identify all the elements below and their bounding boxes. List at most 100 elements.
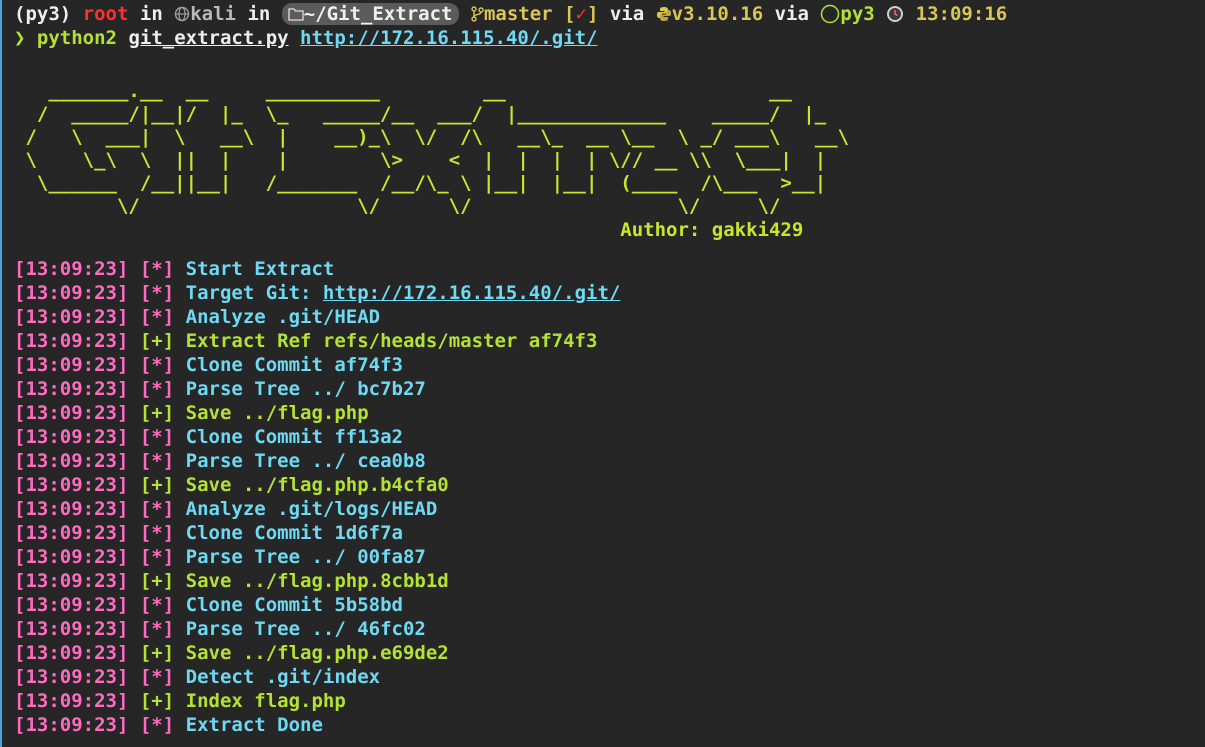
log-tag: [*] (139, 666, 175, 688)
via-label-2: via (774, 3, 809, 25)
log-message: Save ../flag.php.b4cfa0 (185, 474, 449, 496)
log-timestamp: [13:09:23] (14, 498, 129, 520)
author-text: Author: gakki429 (620, 219, 804, 241)
log-tag: [+] (139, 330, 175, 352)
extract-log: [13:09:23] [*] Start Extract [13:09:23] [… (14, 257, 1205, 737)
log-tag: [*] (139, 282, 175, 304)
log-message: Clone Commit ff13a2 (185, 426, 403, 448)
log-line: [13:09:23] [*] Clone Commit 1d6f7a (14, 521, 1205, 545)
via-label: via (609, 3, 645, 25)
python-icon (656, 2, 672, 26)
git-status-check: ✓ (575, 3, 587, 25)
banner-line: / _____/|__|/ |_ \_ _____/__ ___/ |_____… (14, 103, 827, 125)
log-tag: [*] (139, 522, 175, 544)
log-line: [13:09:23] [*] Parse Tree ../ 46fc02 (14, 617, 1205, 641)
banner-line: \ \_\ \ || | | \> < | | | | \// __ \\ \_… (14, 149, 827, 171)
log-tag: [*] (139, 426, 175, 448)
banner-author: Author: gakki429 (14, 218, 1205, 242)
log-tag: [*] (139, 498, 175, 520)
log-message: Clone Commit af74f3 (185, 354, 403, 376)
ascii-banner: _______.__ __ __________ __ __ / _____/|… (14, 80, 1205, 218)
directory-path: ~/Git_Extract (303, 3, 453, 25)
log-tag: [*] (139, 354, 175, 376)
banner-line: \/ \/ \/ \/ \/ (14, 195, 781, 217)
git-branch-icon (470, 2, 484, 26)
log-timestamp: [13:09:23] (14, 570, 129, 592)
log-line: [13:09:23] [*] Analyze .git/HEAD (14, 305, 1205, 329)
banner-line: _______.__ __ __________ __ __ (14, 80, 792, 102)
circle-icon (820, 2, 840, 26)
log-line: [13:09:23] [*] Parse Tree ../ bc7b27 (14, 377, 1205, 401)
log-line: [13:09:23] [+] Index flag.php (14, 689, 1205, 713)
log-tag: [*] (139, 618, 175, 640)
command-line[interactable]: ❯ python2 git_extract.py http://172.16.1… (14, 26, 1205, 50)
command-script: git_extract.py (128, 27, 289, 49)
log-tag: [*] (139, 306, 175, 328)
log-line: [13:09:23] [+] Save ../flag.php.e69de2 (14, 641, 1205, 665)
log-message: Clone Commit 5b58bd (185, 594, 403, 616)
log-line: [13:09:23] [+] Save ../flag.php.8cbb1d (14, 569, 1205, 593)
log-tag: [*] (139, 546, 175, 568)
git-branch-name: master (483, 3, 553, 25)
log-message: Target Git: (185, 282, 323, 304)
log-link[interactable]: http://172.16.115.40/.git/ (323, 282, 620, 304)
log-tag: [+] (139, 642, 175, 664)
log-message: Parse Tree ../ 00fa87 (185, 546, 426, 568)
venv-name: py3 (840, 3, 875, 25)
clock-icon (886, 2, 904, 26)
log-message: Parse Tree ../ cea0b8 (185, 450, 426, 472)
log-line: [13:09:23] [+] Extract Ref refs/heads/ma… (14, 329, 1205, 353)
log-timestamp: [13:09:23] (14, 690, 129, 712)
log-line: [13:09:23] [*] Detect .git/index (14, 665, 1205, 689)
folder-icon (288, 2, 304, 26)
banner-line: / \ ___| \ __\ | __)_\ \/ /\ __\_ __ \__… (14, 126, 850, 148)
log-line: [13:09:23] [*] Clone Commit ff13a2 (14, 425, 1205, 449)
log-timestamp: [13:09:23] (14, 642, 129, 664)
log-message: Parse Tree ../ bc7b27 (185, 378, 426, 400)
log-line: [13:09:23] [*] Clone Commit af74f3 (14, 353, 1205, 377)
log-message: Start Extract (185, 258, 335, 280)
log-timestamp: [13:09:23] (14, 258, 129, 280)
log-message: Analyze .git/logs/HEAD (185, 498, 438, 520)
banner-line: \______ /__||__| /_______ /__/\_ \ |__| … (14, 172, 827, 194)
log-tag: [+] (139, 690, 175, 712)
log-timestamp: [13:09:23] (14, 402, 129, 424)
venv-label: (py3) (14, 3, 72, 25)
log-timestamp: [13:09:23] (14, 474, 129, 496)
log-timestamp: [13:09:23] (14, 666, 129, 688)
log-line: [13:09:23] [*] Parse Tree ../ cea0b8 (14, 449, 1205, 473)
log-timestamp: [13:09:23] (14, 714, 129, 736)
log-line: [13:09:23] [+] Save ../flag.php (14, 401, 1205, 425)
terminal-window[interactable]: (py3) root in kali in ~/Git_Extract mast… (0, 0, 1205, 747)
python-version: v3.10.16 (671, 3, 764, 25)
shell-prompt: (py3) root in kali in ~/Git_Extract mast… (14, 2, 1205, 26)
log-timestamp: [13:09:23] (14, 594, 129, 616)
log-timestamp: [13:09:23] (14, 330, 129, 352)
log-timestamp: [13:09:23] (14, 282, 129, 304)
log-tag: [*] (139, 714, 175, 736)
log-tag: [+] (139, 474, 175, 496)
log-message: Extract Done (185, 714, 323, 736)
log-line: [13:09:23] [*] Start Extract (14, 257, 1205, 281)
current-directory: ~/Git_Extract (281, 2, 459, 26)
log-message: Detect .git/index (185, 666, 381, 688)
log-message: Extract Ref refs/heads/master af74f3 (185, 330, 598, 352)
log-message: Index flag.php (185, 690, 346, 712)
log-timestamp: [13:09:23] (14, 618, 129, 640)
log-tag: [+] (139, 570, 175, 592)
log-tag: [*] (139, 594, 175, 616)
log-timestamp: [13:09:23] (14, 522, 129, 544)
log-timestamp: [13:09:23] (14, 450, 129, 472)
globe-icon (174, 2, 190, 26)
log-message: Save ../flag.php (185, 402, 369, 424)
log-message: Parse Tree ../ 46fc02 (185, 618, 426, 640)
log-line: [13:09:23] [*] Target Git: http://172.16… (14, 281, 1205, 305)
log-timestamp: [13:09:23] (14, 378, 129, 400)
host-name: kali (190, 3, 236, 25)
command-url[interactable]: http://172.16.115.40/.git/ (300, 27, 597, 49)
log-line: [13:09:23] [*] Parse Tree ../ 00fa87 (14, 545, 1205, 569)
log-line: [13:09:23] [+] Save ../flag.php.b4cfa0 (14, 473, 1205, 497)
command-program: python2 (36, 27, 117, 49)
log-message: Analyze .git/HEAD (185, 306, 381, 328)
in-label-2: in (247, 3, 271, 25)
